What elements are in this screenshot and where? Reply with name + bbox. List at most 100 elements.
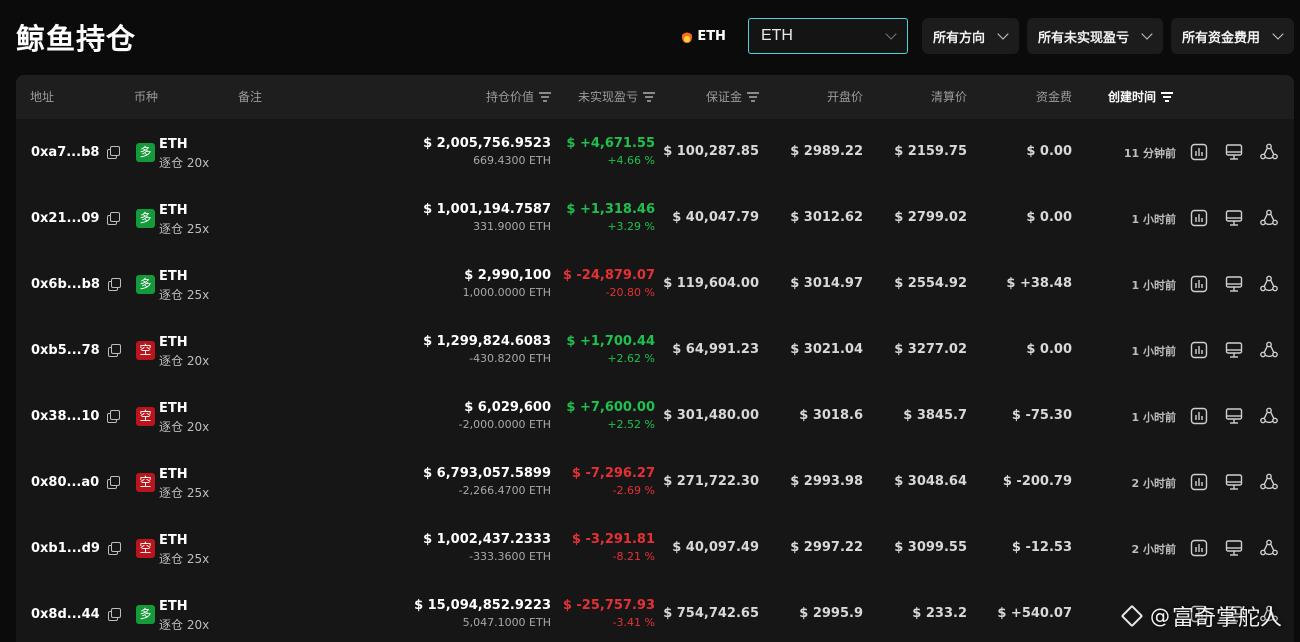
created-time: 1 小时前 xyxy=(1131,345,1176,358)
chart-icon[interactable] xyxy=(1189,472,1209,492)
pnl-dropdown[interactable]: 所有未实现盈亏 xyxy=(1026,18,1163,54)
margin-mode: 逐仓 25x xyxy=(159,288,210,302)
chart-icon[interactable] xyxy=(1189,208,1209,228)
address-text: 0x38...10 xyxy=(31,408,100,424)
coin-symbol: ETH xyxy=(159,401,188,416)
table-row[interactable]: 0x80...a0 空 ETH 逐仓 25x $ 6,793,057.5899 -2,26… xyxy=(16,449,1294,515)
table-row[interactable]: 0xb1...d9 空 ETH 逐仓 25x $ 1,002,437.2333 -333.… xyxy=(16,515,1294,581)
chart-icon[interactable] xyxy=(1189,142,1209,162)
header-margin[interactable]: 保证金 xyxy=(706,75,759,119)
address-cell[interactable]: 0x21...09 xyxy=(31,185,121,251)
side-badge: 多 xyxy=(136,209,155,228)
monitor-icon[interactable] xyxy=(1224,142,1244,162)
liq-price: $ 3048.64 xyxy=(894,474,967,489)
monitor-icon[interactable] xyxy=(1224,538,1244,558)
copy-icon[interactable] xyxy=(107,212,121,225)
network-icon[interactable] xyxy=(1259,208,1279,228)
header-liq-price: 清算价 xyxy=(930,90,967,104)
margin-mode: 逐仓 20x xyxy=(159,354,210,368)
address-text: 0x6b...b8 xyxy=(31,276,100,292)
copy-icon[interactable] xyxy=(107,278,121,291)
unrealized-pnl-percent: +2.62 % xyxy=(607,352,655,365)
header-created-time[interactable]: 创建时间 xyxy=(1108,75,1174,119)
table-row[interactable]: 0x38...10 空 ETH 逐仓 20x $ 6,029,600 -2,000.000… xyxy=(16,383,1294,449)
chart-icon[interactable] xyxy=(1189,406,1209,426)
sort-icon xyxy=(643,92,655,102)
address-text: 0xa7...b8 xyxy=(31,144,100,160)
monitor-icon[interactable] xyxy=(1224,208,1244,228)
margin-mode: 逐仓 25x xyxy=(159,486,210,500)
address-cell[interactable]: 0x6b...b8 xyxy=(31,251,121,317)
address-cell[interactable]: 0xb1...d9 xyxy=(31,515,121,581)
funding-value: $ +38.48 xyxy=(1006,276,1072,291)
address-text: 0x21...09 xyxy=(31,210,100,226)
created-time: 2 小时前 xyxy=(1131,477,1176,490)
hot-symbol[interactable]: ETH xyxy=(682,29,726,44)
address-cell[interactable]: 0x80...a0 xyxy=(31,449,121,515)
created-time: 2 小时前 xyxy=(1131,543,1176,556)
header-margin-label: 保证金 xyxy=(705,90,742,104)
position-value: $ 1,001,194.7587 xyxy=(423,202,551,217)
table-row[interactable]: 0x8d...44 多 ETH 逐仓 20x $ 15,094,852.9223 5,04… xyxy=(16,581,1294,642)
margin-mode: 逐仓 20x xyxy=(159,420,210,434)
network-icon[interactable] xyxy=(1259,274,1279,294)
liq-price: $ 233.2 xyxy=(912,606,967,621)
monitor-icon[interactable] xyxy=(1224,406,1244,426)
copy-icon[interactable] xyxy=(107,608,121,621)
table-row[interactable]: 0xb5...78 空 ETH 逐仓 20x $ 1,299,824.6083 -430.… xyxy=(16,317,1294,383)
side-badge: 空 xyxy=(136,473,155,492)
funding-value: $ +540.07 xyxy=(997,606,1072,621)
chart-icon[interactable] xyxy=(1189,274,1209,294)
network-icon[interactable] xyxy=(1259,142,1279,162)
direction-dropdown[interactable]: 所有方向 xyxy=(921,18,1019,54)
position-qty: 669.4300 ETH xyxy=(473,154,551,167)
network-icon[interactable] xyxy=(1259,406,1279,426)
network-icon[interactable] xyxy=(1259,472,1279,492)
symbol-select[interactable]: ETH xyxy=(747,18,908,54)
monitor-icon[interactable] xyxy=(1224,340,1244,360)
header-position-value[interactable]: 持仓价值 xyxy=(486,75,551,119)
header-unrealized-pnl-label: 未实现盈亏 xyxy=(577,90,638,104)
header-unrealized-pnl[interactable]: 未实现盈亏 xyxy=(578,75,655,119)
table-row[interactable]: 0x6b...b8 多 ETH 逐仓 25x $ 2,990,100 1,000.0000… xyxy=(16,251,1294,317)
chart-icon[interactable] xyxy=(1189,538,1209,558)
copy-icon[interactable] xyxy=(107,542,121,555)
unrealized-pnl-percent: -3.41 % xyxy=(612,616,655,629)
network-icon[interactable] xyxy=(1259,538,1279,558)
address-cell[interactable]: 0x8d...44 xyxy=(31,581,121,642)
unrealized-pnl-percent: +3.29 % xyxy=(607,220,655,233)
monitor-icon[interactable] xyxy=(1224,472,1244,492)
created-time: 1 小时前 xyxy=(1131,213,1176,226)
network-icon[interactable] xyxy=(1259,340,1279,360)
header-funding: 资金费 xyxy=(1035,90,1072,104)
address-text: 0xb5...78 xyxy=(31,342,100,358)
funding-dropdown[interactable]: 所有资金费用 xyxy=(1170,18,1294,54)
position-value: $ 1,299,824.6083 xyxy=(423,334,551,349)
liq-price: $ 2554.92 xyxy=(894,276,967,291)
position-value: $ 6,793,057.5899 xyxy=(423,466,551,481)
address-cell[interactable]: 0xa7...b8 xyxy=(31,119,121,185)
address-cell[interactable]: 0xb5...78 xyxy=(31,317,121,383)
copy-icon[interactable] xyxy=(107,410,121,423)
chevron-down-icon xyxy=(997,28,1009,40)
copy-icon[interactable] xyxy=(107,344,121,357)
unrealized-pnl: $ +7,600.00 xyxy=(566,400,655,415)
unrealized-pnl: $ +4,671.55 xyxy=(566,136,655,151)
margin-mode: 逐仓 20x xyxy=(159,156,210,170)
watermark-text: 富奇掌舵人 xyxy=(1171,606,1282,631)
table-row[interactable]: 0xa7...b8 多 ETH 逐仓 20x $ 2,005,756.9523 669.4… xyxy=(16,119,1294,185)
position-qty: -2,266.4700 ETH xyxy=(458,484,551,497)
copy-icon[interactable] xyxy=(107,476,121,489)
address-cell[interactable]: 0x38...10 xyxy=(31,383,121,449)
monitor-icon[interactable] xyxy=(1224,274,1244,294)
unrealized-pnl: $ -25,757.93 xyxy=(562,598,655,613)
position-qty: 331.9000 ETH xyxy=(473,220,551,233)
entry-price: $ 3021.04 xyxy=(790,342,863,357)
copy-icon[interactable] xyxy=(107,146,121,159)
table-row[interactable]: 0x21...09 多 ETH 逐仓 25x $ 1,001,194.7587 331.9… xyxy=(16,185,1294,251)
coin-symbol: ETH xyxy=(159,203,188,218)
chart-icon[interactable] xyxy=(1189,340,1209,360)
margin-value: $ 301,480.00 xyxy=(663,408,759,423)
margin-value: $ 119,604.00 xyxy=(663,276,759,291)
entry-price: $ 2997.22 xyxy=(790,540,863,555)
